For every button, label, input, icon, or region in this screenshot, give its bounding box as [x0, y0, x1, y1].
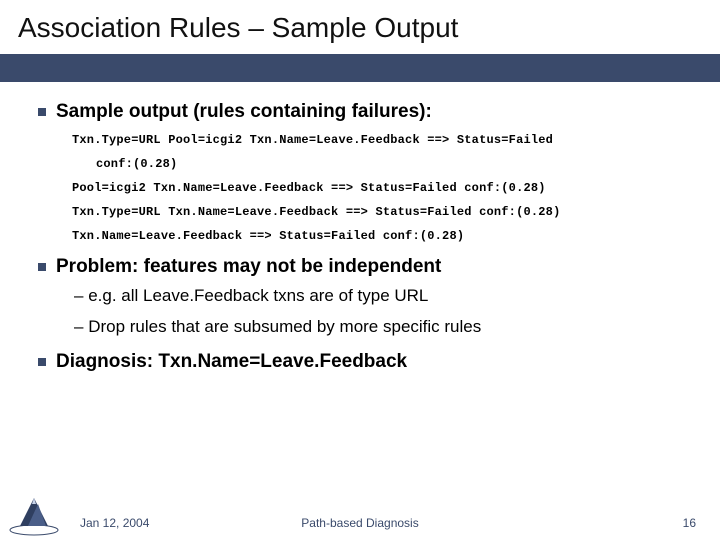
rule-4: Txn.Name=Leave.Feedback ==> Status=Faile… — [72, 227, 696, 245]
bullet-icon — [38, 358, 46, 366]
rules-block: Txn.Type=URL Pool=icgi2 Txn.Name=Leave.F… — [72, 131, 696, 245]
bullet-sample-heading: Sample output (rules containing failures… — [56, 100, 432, 125]
slide-footer: Jan 12, 2004 Path-based Diagnosis 16 — [0, 516, 720, 530]
title-separator-bar — [0, 54, 720, 82]
sub-bullet-1: e.g. all Leave.Feedback txns are of type… — [74, 283, 696, 309]
rule-3: Txn.Type=URL Txn.Name=Leave.Feedback ==>… — [72, 203, 696, 221]
rule-1-line1: Txn.Type=URL Pool=icgi2 Txn.Name=Leave.F… — [72, 131, 696, 149]
sub-bullet-2: Drop rules that are subsumed by more spe… — [74, 314, 696, 340]
footer-title: Path-based Diagnosis — [0, 516, 720, 530]
bullet-diagnosis-heading: Diagnosis: Txn.Name=Leave.Feedback — [56, 350, 407, 375]
slide-body: Sample output (rules containing failures… — [0, 82, 720, 375]
rule-2: Pool=icgi2 Txn.Name=Leave.Feedback ==> S… — [72, 179, 696, 197]
slide-title: Association Rules – Sample Output — [18, 12, 702, 44]
bullet-icon — [38, 108, 46, 116]
bullet-problem-heading: Problem: features may not be independent — [56, 255, 441, 280]
rule-1-line2: conf:(0.28) — [72, 155, 696, 173]
bullet-icon — [38, 263, 46, 271]
